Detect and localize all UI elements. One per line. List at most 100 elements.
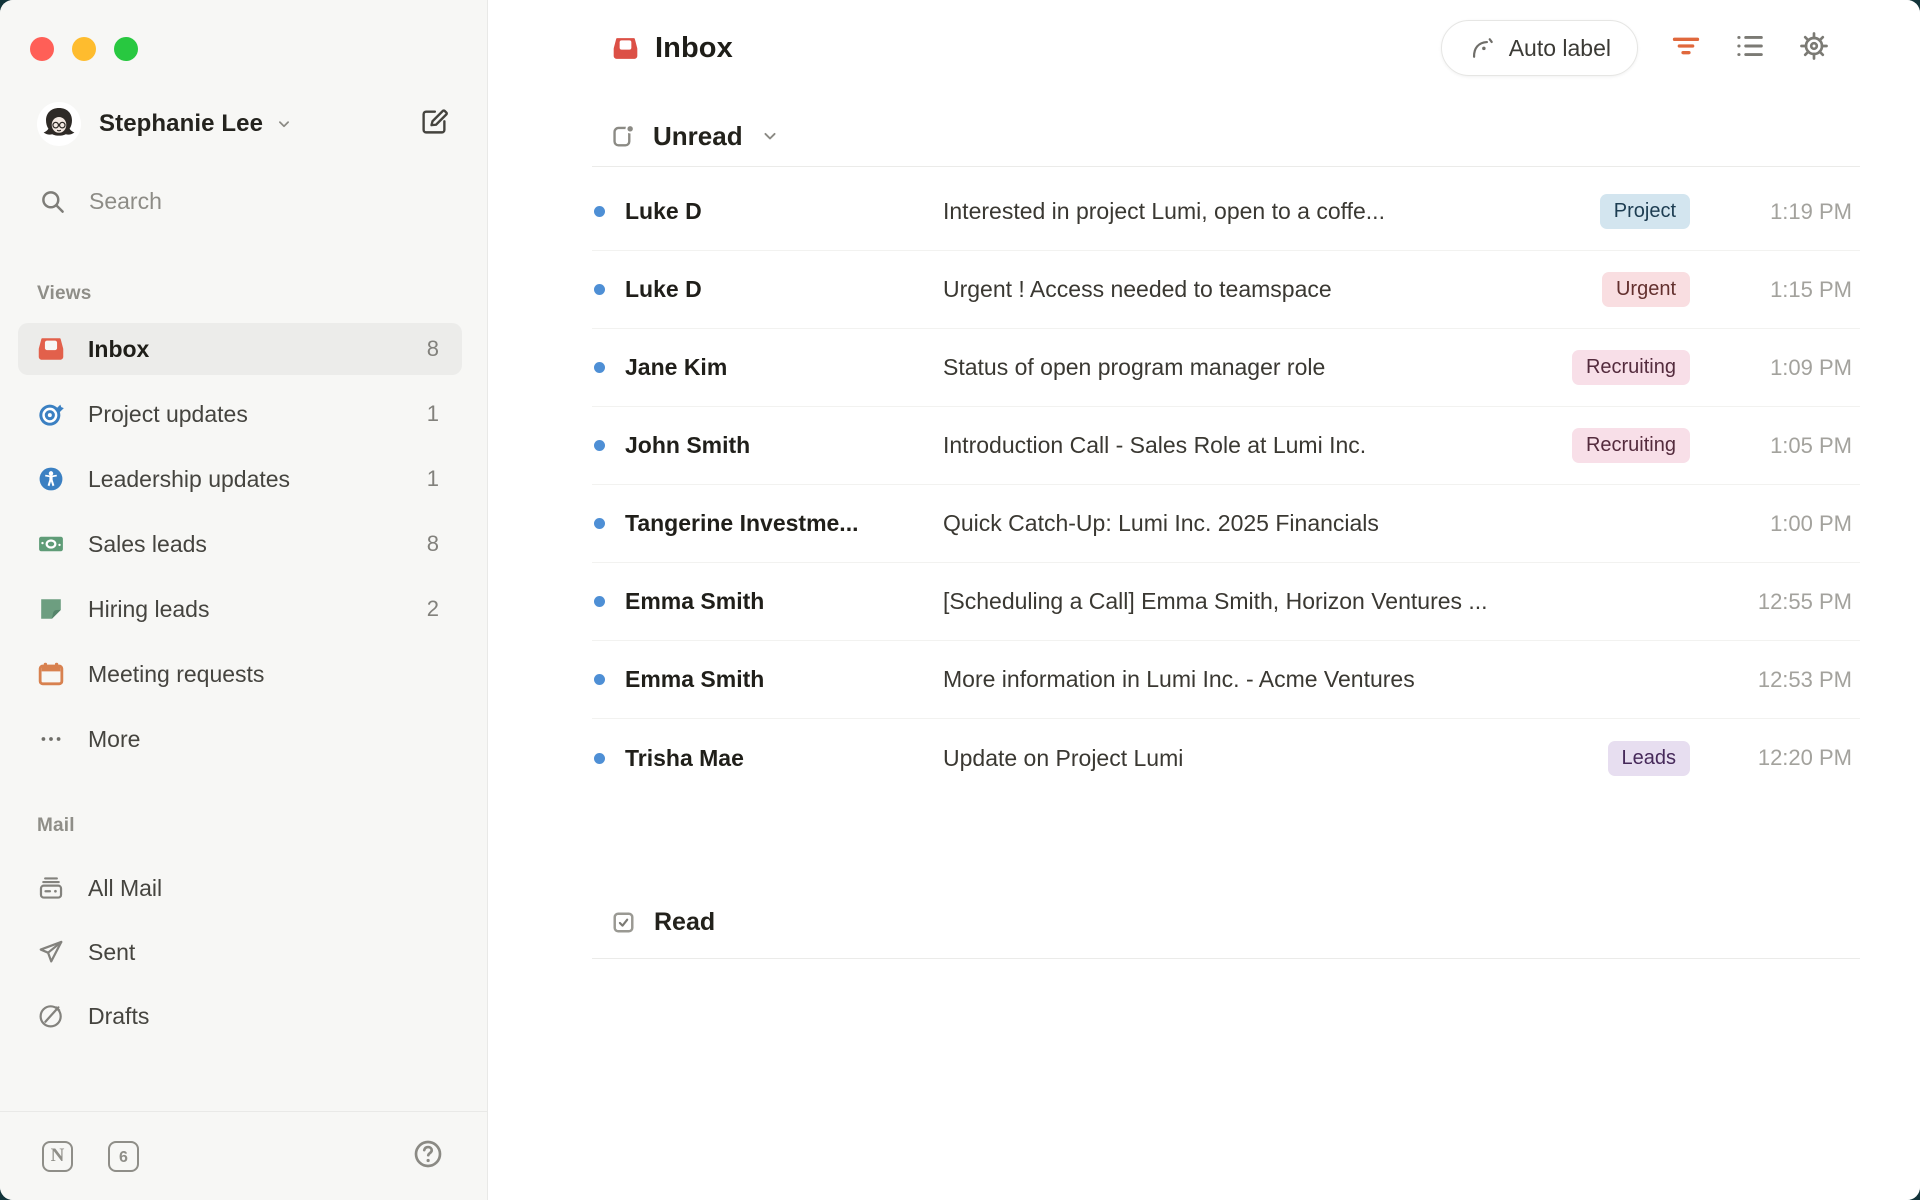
page-title: Inbox [655, 32, 733, 65]
notion-calendar-icon[interactable]: 6 [108, 1141, 139, 1172]
help-button[interactable] [412, 1138, 444, 1175]
sidebar-item-drafts[interactable]: Drafts [18, 990, 462, 1042]
sidebar-item-label: Inbox [88, 336, 149, 363]
email-row[interactable]: Emma Smith[Scheduling a Call] Emma Smith… [592, 563, 1860, 641]
sidebar-item-sent[interactable]: Sent [18, 926, 462, 978]
email-row[interactable]: Jane KimStatus of open program manager r… [592, 329, 1860, 407]
inbox-icon [612, 35, 639, 62]
sidebar-item-more[interactable]: More [18, 713, 462, 765]
email-row[interactable]: Emma SmithMore information in Lumi Inc. … [592, 641, 1860, 719]
views-list: Inbox8Project updates1Leadership updates… [18, 323, 462, 765]
unread-dot [594, 753, 605, 764]
sidebar: Stephanie Lee Search Views Inbox8Project… [0, 0, 488, 1200]
email-tag: Urgent [1602, 272, 1690, 307]
search-input[interactable]: Search [39, 188, 162, 215]
sidebar-item-leadership-updates[interactable]: Leadership updates1 [18, 453, 462, 505]
unread-count-badge: 1 [427, 466, 439, 492]
unread-dot [594, 440, 605, 451]
email-sender: John Smith [625, 432, 943, 459]
email-time: 12:20 PM [1730, 745, 1860, 771]
page-title-group: Inbox [612, 32, 733, 65]
email-subject: Interested in project Lumi, open to a co… [943, 198, 1600, 225]
read-section-header[interactable]: Read [610, 886, 1860, 958]
sidebar-item-sales-leads[interactable]: Sales leads 8 [18, 518, 462, 570]
email-subject: Introduction Call - Sales Role at Lumi I… [943, 432, 1572, 459]
minimize-window-button[interactable] [72, 37, 96, 61]
email-sender: Emma Smith [625, 588, 943, 615]
close-window-button[interactable] [30, 37, 54, 61]
list-icon [1734, 30, 1766, 62]
unread-count-badge: 2 [427, 596, 439, 622]
sidebar-item-project-updates[interactable]: Project updates 1 [18, 388, 462, 440]
mail-list: All Mail Sent Drafts [18, 862, 462, 1042]
email-sender: Luke D [625, 198, 943, 225]
unread-count-badge: 8 [427, 336, 439, 362]
send-icon [37, 938, 65, 966]
divider [592, 958, 1860, 959]
list-view-button[interactable] [1734, 30, 1766, 67]
email-row[interactable]: Tangerine Investme...Quick Catch-Up: Lum… [592, 485, 1860, 563]
mail-section-label: Mail [37, 815, 75, 837]
compose-icon [419, 107, 449, 137]
email-tag: Recruiting [1572, 428, 1690, 463]
chevron-down-icon [760, 126, 780, 146]
account-switcher[interactable]: Stephanie Lee [37, 102, 449, 146]
sidebar-item-hiring-leads[interactable]: Hiring leads2 [18, 583, 462, 635]
divider [592, 166, 1860, 167]
auto-label-button[interactable]: Auto label [1441, 20, 1638, 76]
unread-count-badge: 8 [427, 531, 439, 557]
app-window: Stephanie Lee Search Views Inbox8Project… [0, 0, 1920, 1200]
filter-icon [1670, 30, 1702, 62]
main-content: Inbox Auto label Unread [488, 0, 1920, 1200]
auto-label-button-text: Auto label [1509, 35, 1611, 62]
note-icon [37, 595, 65, 623]
target-icon [37, 400, 65, 428]
compose-button[interactable] [419, 107, 449, 142]
unread-dot [594, 596, 605, 607]
email-subject: More information in Lumi Inc. - Acme Ven… [943, 666, 1730, 693]
account-name: Stephanie Lee [99, 110, 263, 138]
checkbox-checked-icon [610, 909, 637, 936]
window-controls [30, 37, 138, 61]
unread-dot [594, 674, 605, 685]
unread-count-badge: 1 [427, 401, 439, 427]
email-row[interactable]: Luke DUrgent ! Access needed to teamspac… [592, 251, 1860, 329]
email-tag: Leads [1608, 741, 1691, 776]
ellipsis-icon [37, 725, 65, 753]
inbox-icon [37, 335, 65, 363]
sidebar-item-label: Drafts [88, 1003, 149, 1030]
email-time: 12:53 PM [1730, 667, 1860, 693]
sidebar-item-all-mail[interactable]: All Mail [18, 862, 462, 914]
unread-section-header[interactable]: Unread [610, 96, 1860, 166]
email-row[interactable]: Trisha MaeUpdate on Project LumiLeads12:… [592, 719, 1860, 797]
email-time: 1:00 PM [1730, 511, 1860, 537]
sidebar-footer: N 6 [0, 1111, 487, 1200]
sidebar-item-label: Sales leads [88, 531, 207, 558]
email-sender: Trisha Mae [625, 745, 943, 772]
email-row[interactable]: Luke DInterested in project Lumi, open t… [592, 173, 1860, 251]
banknote-icon [37, 530, 65, 558]
gear-icon [1798, 30, 1830, 62]
avatar [37, 102, 81, 146]
unread-icon [610, 123, 636, 149]
sidebar-item-inbox[interactable]: Inbox 8 [18, 323, 462, 375]
drafts-icon [37, 1002, 65, 1030]
zoom-window-button[interactable] [114, 37, 138, 61]
email-subject: [Scheduling a Call] Emma Smith, Horizon … [943, 588, 1730, 615]
email-sender: Emma Smith [625, 666, 943, 693]
email-time: 12:55 PM [1730, 589, 1860, 615]
sidebar-item-label: Project updates [88, 401, 248, 428]
sidebar-item-meeting-requests[interactable]: Meeting requests [18, 648, 462, 700]
email-subject: Urgent ! Access needed to teamspace [943, 276, 1602, 303]
read-section-label: Read [654, 908, 715, 937]
sidebar-item-label: Sent [88, 939, 135, 966]
email-row[interactable]: John SmithIntroduction Call - Sales Role… [592, 407, 1860, 485]
calendar-icon [37, 660, 65, 688]
settings-button[interactable] [1798, 30, 1830, 67]
notion-app-icon[interactable]: N [42, 1141, 73, 1172]
all-mail-icon [37, 874, 65, 902]
search-placeholder: Search [89, 188, 162, 215]
filter-button[interactable] [1670, 30, 1702, 67]
email-subject: Quick Catch-Up: Lumi Inc. 2025 Financial… [943, 510, 1730, 537]
email-subject: Status of open program manager role [943, 354, 1572, 381]
